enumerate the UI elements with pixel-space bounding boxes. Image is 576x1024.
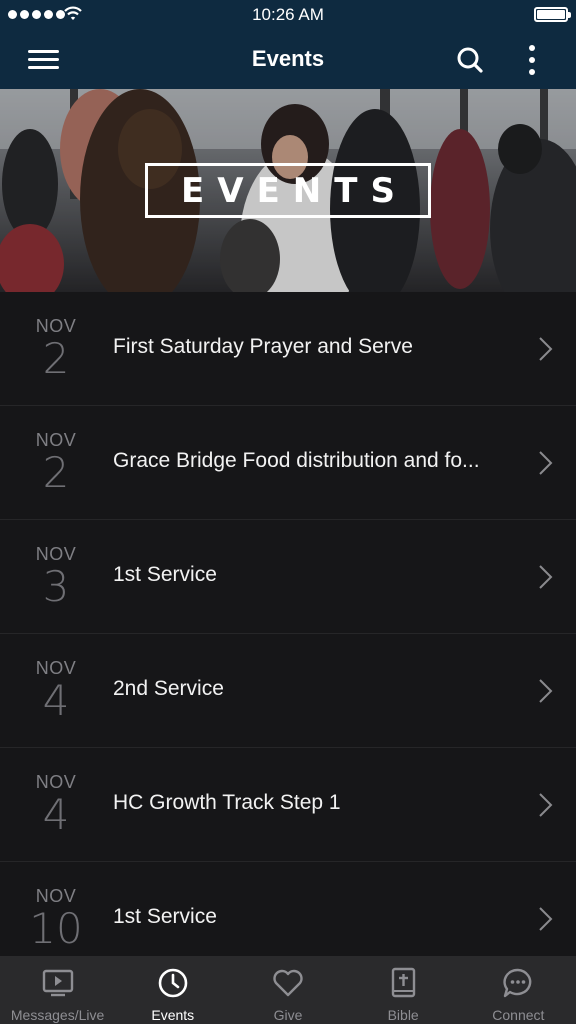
event-day: 2 [42, 334, 70, 383]
event-day: 10 [29, 904, 83, 953]
event-row[interactable]: NOV 4 HC Growth Track Step 1 [0, 748, 576, 862]
chat-bubble-icon [503, 968, 532, 998]
event-title: 1st Service [113, 905, 217, 928]
event-day: 4 [42, 676, 70, 725]
status-time: 10:26 AM [252, 5, 324, 24]
hamburger-icon[interactable] [24, 45, 64, 75]
tab-bible[interactable]: Bible [346, 956, 461, 1024]
hero-banner: EVENTS [0, 89, 576, 292]
tab-give[interactable]: Give [230, 956, 345, 1024]
event-title: First Saturday Prayer and Serve [113, 335, 413, 358]
event-day: 4 [42, 790, 70, 839]
event-row[interactable]: NOV 2 Grace Bridge Food distribution and… [0, 406, 576, 520]
tab-messages-live[interactable]: Messages/Live [0, 956, 115, 1024]
chevron-right-icon [539, 337, 553, 361]
event-title: Grace Bridge Food distribution and fo... [113, 449, 480, 472]
nav-bar: Events [0, 30, 576, 89]
chevron-right-icon [539, 907, 553, 931]
heart-icon [273, 969, 303, 997]
bible-icon [391, 967, 416, 998]
clock-icon [158, 968, 188, 998]
battery-icon [534, 7, 571, 22]
more-vertical-icon[interactable] [516, 42, 548, 78]
events-list: NOV 2 First Saturday Prayer and Serve NO… [0, 292, 576, 976]
tab-label: Bible [387, 1007, 419, 1023]
chevron-right-icon [539, 451, 553, 475]
event-row[interactable]: NOV 3 1st Service [0, 520, 576, 634]
chevron-right-icon [539, 565, 553, 589]
chevron-right-icon [539, 793, 553, 817]
event-title: HC Growth Track Step 1 [113, 791, 341, 814]
event-row[interactable]: NOV 4 2nd Service [0, 634, 576, 748]
tab-events[interactable]: Events [115, 956, 230, 1024]
tab-bar: Messages/Live Events Give Bible Connect [0, 956, 576, 1024]
hero-banner-text: EVENTS [181, 170, 408, 211]
search-icon[interactable] [452, 42, 488, 78]
video-screen-icon [42, 969, 73, 997]
event-row[interactable]: NOV 2 First Saturday Prayer and Serve [0, 292, 576, 406]
event-title: 1st Service [113, 563, 217, 586]
event-day: 2 [42, 448, 70, 497]
tab-label: Messages/Live [10, 1007, 105, 1023]
event-title: 2nd Service [113, 677, 224, 700]
tab-label: Give [273, 1007, 303, 1023]
tab-label: Events [151, 1007, 195, 1023]
events-screen: 10:26 AM Events EVENTS NOV 2 First Satur… [0, 0, 576, 1024]
page-title: Events [251, 46, 325, 71]
event-day: 3 [42, 562, 70, 611]
hero-banner-frame: EVENTS [145, 163, 431, 218]
tab-label: Connect [492, 1007, 545, 1023]
chevron-right-icon [539, 679, 553, 703]
tab-connect[interactable]: Connect [461, 956, 576, 1024]
status-bar: 10:26 AM [0, 0, 576, 30]
